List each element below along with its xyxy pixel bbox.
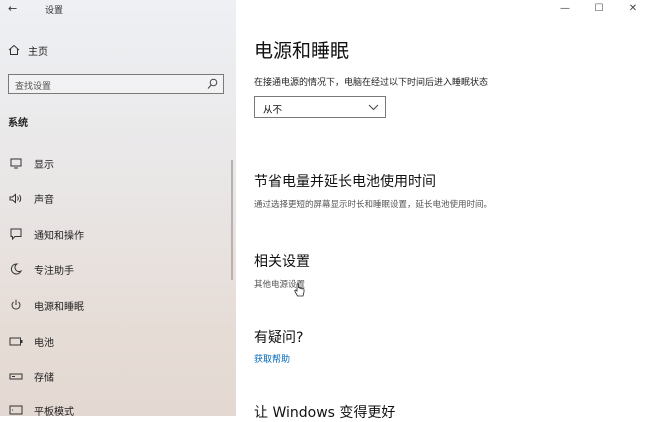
sidebar-item-label: 显示 [34, 159, 54, 171]
sidebar-item-label: 平板模式 [34, 406, 74, 418]
sidebar-item-label: 声音 [34, 194, 54, 206]
moon-icon [8, 262, 24, 276]
sidebar-item-label: 存储 [34, 372, 54, 384]
close-button[interactable]: ✕ [616, 0, 650, 16]
page-title: 电源和睡眠 [254, 40, 350, 62]
question-heading: 有疑问? [254, 330, 304, 346]
get-help-link[interactable]: 获取帮助 [254, 352, 290, 365]
window-controls: — ☐ ✕ [548, 0, 650, 18]
sidebar-item-notifications[interactable]: 通知和操作 [8, 225, 228, 243]
notification-icon [8, 227, 24, 241]
power-icon [8, 298, 24, 312]
section-label: 系统 [8, 118, 28, 129]
sidebar-item-tablet-mode[interactable]: 平板模式 [8, 401, 228, 419]
related-settings-heading: 相关设置 [254, 254, 310, 270]
improve-windows-heading: 让 Windows 变得更好 [254, 405, 396, 421]
battery-icon [8, 334, 24, 348]
home-icon [8, 44, 20, 55]
app-title: 设置 [45, 6, 64, 16]
sidebar-scrollbar[interactable] [231, 160, 233, 280]
search-icon [207, 78, 218, 89]
home-link[interactable]: 主页 [8, 42, 48, 58]
chevron-down-icon [368, 104, 379, 111]
sidebar-item-label: 电源和睡眠 [34, 301, 84, 313]
search-input[interactable]: 查找设置 [8, 74, 224, 94]
sidebar-item-label: 通知和操作 [34, 230, 84, 242]
sidebar-item-focus-assist[interactable]: 专注助手 [8, 260, 228, 278]
sleep-timeout-value: 从不 [263, 105, 283, 116]
storage-icon [8, 369, 24, 383]
tablet-icon [8, 403, 24, 417]
battery-description: 通过选择更短的屏幕显示时长和睡眠设置，延长电池使用时间。 [254, 200, 493, 210]
monitor-icon [8, 156, 24, 170]
sidebar-item-label: 专注助手 [34, 265, 74, 277]
mouse-cursor-icon [294, 283, 305, 297]
sidebar-item-power-sleep[interactable]: 电源和睡眠 [8, 296, 228, 314]
battery-heading: 节省电量并延长电池使用时间 [254, 174, 436, 190]
sidebar: ← 设置 主页 查找设置 系统 显示 声音 通知和操作 专注助手 电源和睡眠 电… [0, 0, 236, 419]
minimize-button[interactable]: — [548, 0, 582, 16]
sleep-timeout-dropdown[interactable]: 从不 [254, 96, 386, 118]
sidebar-item-label: 电池 [34, 337, 54, 349]
maximize-button[interactable]: ☐ [582, 0, 616, 16]
sidebar-item-sound[interactable]: 声音 [8, 189, 228, 207]
home-label: 主页 [28, 46, 48, 58]
search-placeholder: 查找设置 [15, 82, 52, 92]
main-panel: — ☐ ✕ 电源和睡眠 在接通电源的情况下，电脑在经过以下时间后进入睡眠状态 从… [236, 0, 650, 421]
speaker-icon [8, 191, 24, 205]
sidebar-item-storage[interactable]: 存储 [8, 367, 228, 385]
sleep-description: 在接通电源的情况下，电脑在经过以下时间后进入睡眠状态 [254, 78, 489, 88]
sidebar-item-battery[interactable]: 电池 [8, 332, 228, 350]
title-bar: ← 设置 [0, 0, 236, 18]
back-button[interactable]: ← [8, 2, 17, 15]
sidebar-item-display[interactable]: 显示 [8, 154, 228, 172]
